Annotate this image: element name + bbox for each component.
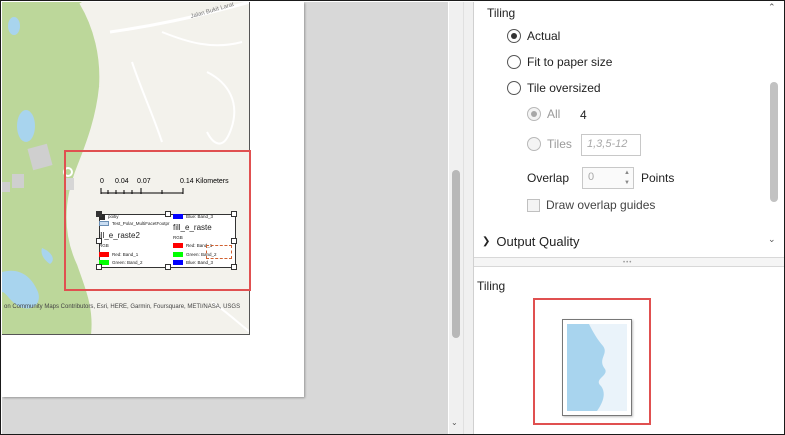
- scrollbar-thumb[interactable]: [452, 170, 460, 338]
- tiling-preview-highlight: [533, 298, 651, 425]
- panel-splitter[interactable]: •••: [474, 257, 784, 267]
- radio-actual[interactable]: Actual: [507, 29, 560, 43]
- overlap-value: 0: [588, 171, 595, 183]
- chevron-down-icon[interactable]: ▼: [624, 180, 630, 186]
- output-quality-label: Output Quality: [496, 234, 580, 249]
- pane-divider[interactable]: [463, 2, 473, 434]
- overlap-unit: Points: [641, 171, 675, 185]
- panel-scrollbar[interactable]: ⌃ ⌄: [767, 2, 781, 252]
- scroll-up-icon[interactable]: ⌃: [768, 2, 776, 13]
- overlap-stepper[interactable]: 0 ▲ ▼: [582, 167, 634, 189]
- print-layout-window: Jalan Bukit Larat on Community Maps Cont…: [0, 0, 785, 435]
- radio-tile-oversized[interactable]: Tile oversized: [507, 81, 601, 95]
- radio-icon[interactable]: [527, 137, 541, 151]
- radio-all-tiles[interactable]: All: [527, 107, 560, 121]
- tiles-input[interactable]: 1,3,5-12: [581, 134, 641, 156]
- preview-title: Tiling: [477, 279, 506, 293]
- radio-fit-to-paper[interactable]: Fit to paper size: [507, 55, 612, 69]
- scrollbar-thumb[interactable]: [770, 82, 778, 202]
- radio-icon[interactable]: [527, 107, 541, 121]
- radio-icon[interactable]: [507, 29, 521, 43]
- tiles-label: Tiles: [547, 137, 572, 151]
- layout-canvas[interactable]: Jalan Bukit Larat on Community Maps Cont…: [2, 2, 448, 434]
- highlight-box: [64, 150, 251, 291]
- map-attribution: on Community Maps Contributors, Esri, HE…: [4, 304, 241, 310]
- all-tiles-count: 4: [580, 108, 587, 122]
- radio-tiles[interactable]: Tiles: [527, 137, 572, 151]
- scroll-down-icon[interactable]: ⌄: [768, 234, 776, 245]
- draw-overlap-guides-checkbox[interactable]: Draw overlap guides: [527, 198, 655, 212]
- overlap-label: Overlap: [527, 171, 570, 185]
- radio-tile-label: Tile oversized: [527, 81, 601, 95]
- radio-fit-label: Fit to paper size: [527, 55, 613, 69]
- grip-icon: •••: [623, 260, 633, 266]
- radio-actual-label: Actual: [527, 29, 561, 43]
- scroll-down-icon[interactable]: ⌄: [451, 418, 458, 427]
- canvas-scrollbar[interactable]: ⌄: [449, 2, 463, 434]
- draw-guides-label: Draw overlap guides: [546, 198, 656, 212]
- tiling-section-label: Tiling: [487, 6, 516, 20]
- print-settings-panel: Tiling Actual Fit to paper size Tile ove…: [473, 2, 784, 434]
- chevron-up-icon[interactable]: ▲: [624, 170, 630, 176]
- checkbox-icon[interactable]: [527, 198, 540, 212]
- tiling-preview-page[interactable]: [562, 319, 632, 416]
- preview-map-graphic: [567, 324, 627, 411]
- radio-icon[interactable]: [507, 81, 521, 95]
- radio-icon[interactable]: [507, 55, 521, 69]
- chevron-right-icon: ❯: [482, 236, 491, 247]
- all-label: All: [547, 107, 561, 121]
- output-quality-expander[interactable]: ❯ Output Quality: [482, 234, 580, 249]
